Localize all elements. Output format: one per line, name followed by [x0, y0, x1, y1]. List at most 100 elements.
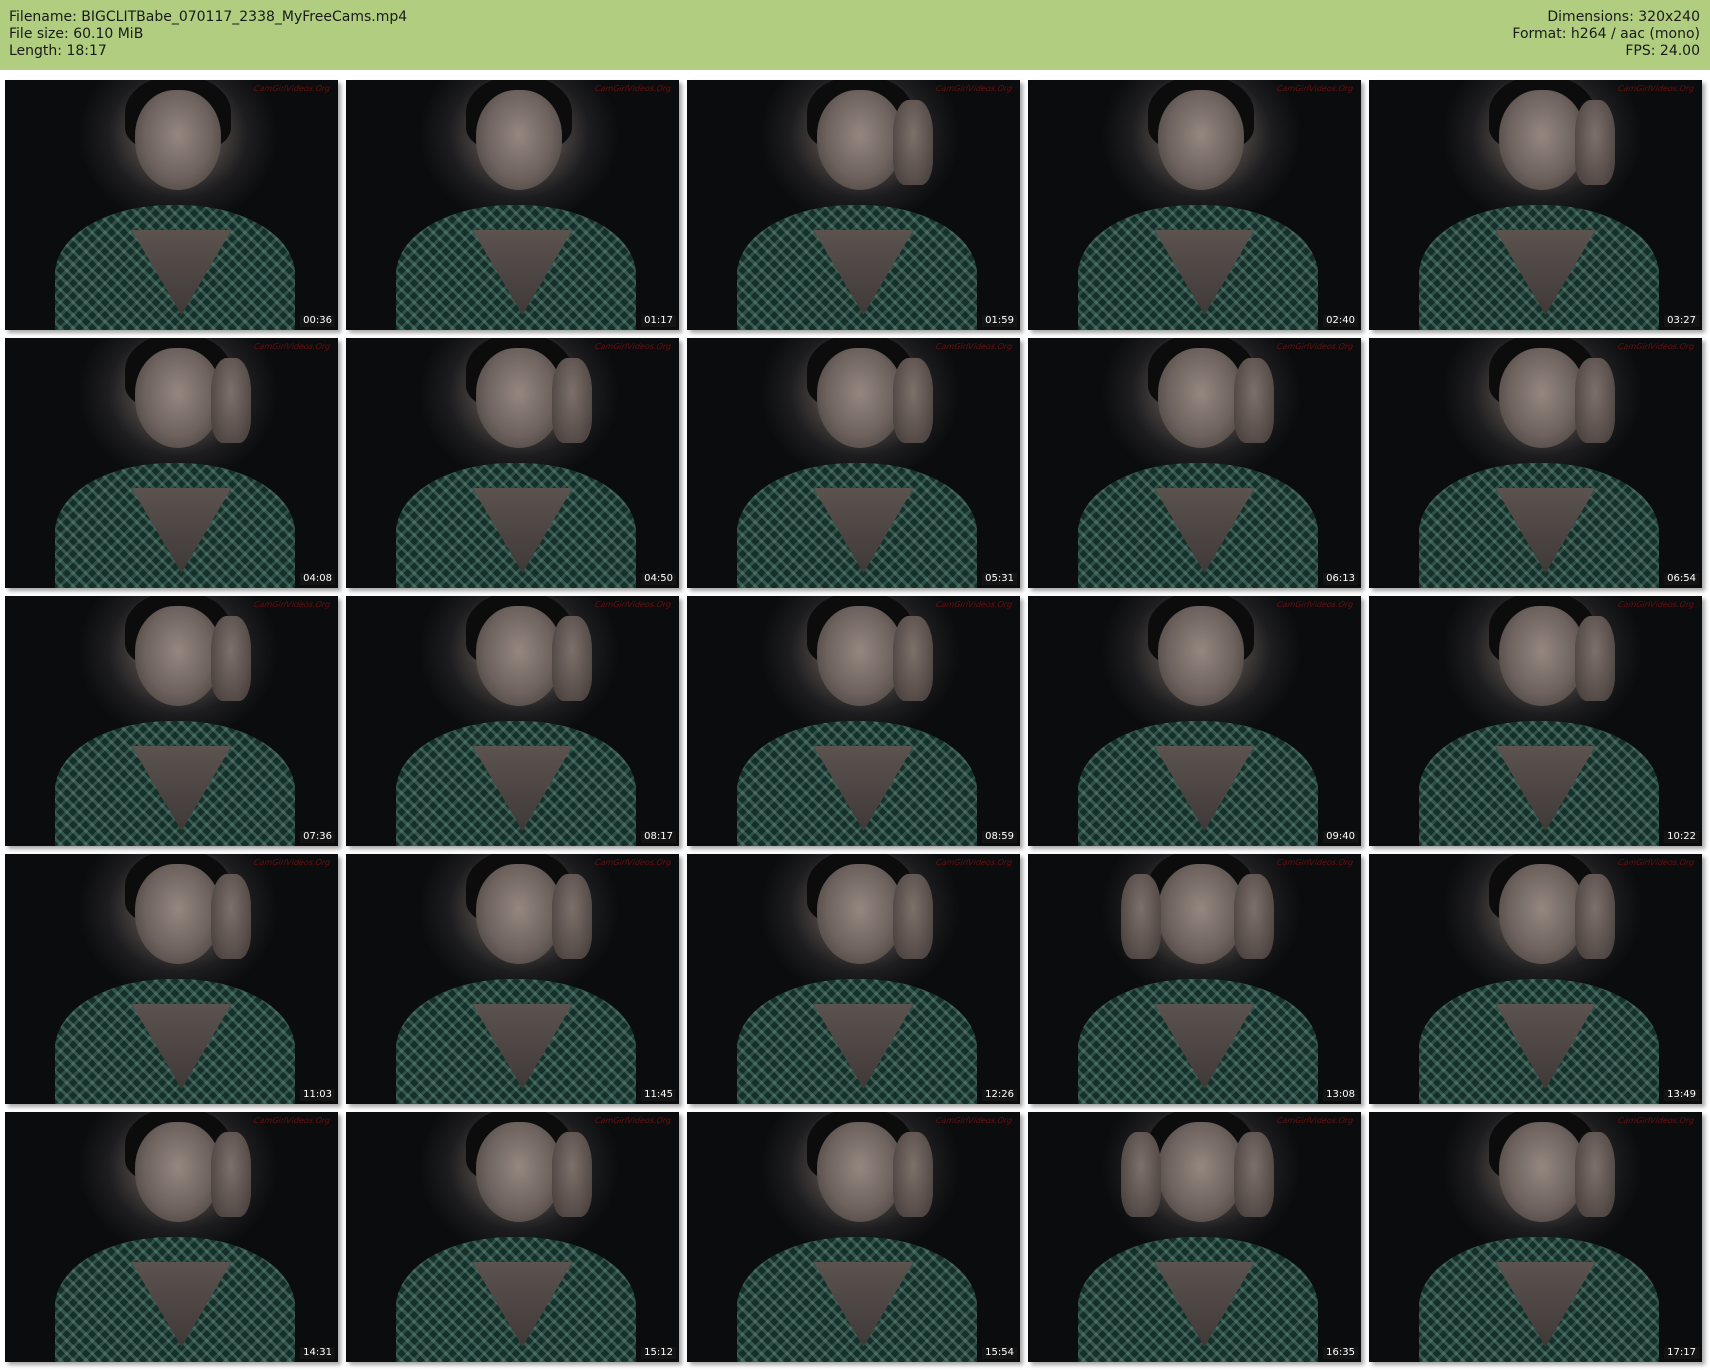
- dimensions-text: Dimensions: 320x240: [1547, 9, 1700, 25]
- video-frame-thumbnail: CamGirlVideos.Org 04:50: [346, 338, 679, 588]
- frame-figure-hand: [893, 100, 934, 185]
- frame-image: [687, 854, 1020, 1104]
- frame-image: [346, 80, 679, 330]
- frame-figure-hand: [893, 616, 934, 701]
- frame-figure-hand: [1234, 358, 1275, 443]
- watermark-text: CamGirlVideos.Org: [594, 84, 672, 93]
- frame-figure-hand: [211, 874, 252, 959]
- video-frame-thumbnail: CamGirlVideos.Org 13:08: [1028, 854, 1361, 1104]
- frame-timestamp: 13:08: [1323, 1089, 1358, 1101]
- watermark-text: CamGirlVideos.Org: [594, 342, 672, 351]
- video-frame-thumbnail: CamGirlVideos.Org 14:31: [5, 1112, 338, 1362]
- frame-image: [687, 1112, 1020, 1362]
- frame-image: [5, 338, 338, 588]
- frame-image: [5, 854, 338, 1104]
- frame-image: [346, 854, 679, 1104]
- frame-figure-head: [1157, 90, 1245, 190]
- frame-timestamp: 03:27: [1664, 315, 1699, 327]
- watermark-text: CamGirlVideos.Org: [935, 84, 1013, 93]
- frame-figure-hand: [552, 874, 593, 959]
- frame-figure-hand: [893, 358, 934, 443]
- frame-image: [5, 596, 338, 846]
- watermark-text: CamGirlVideos.Org: [1617, 858, 1695, 867]
- frame-figure-head: [134, 90, 222, 190]
- video-frame-thumbnail: CamGirlVideos.Org 01:17: [346, 80, 679, 330]
- watermark-text: CamGirlVideos.Org: [1617, 342, 1695, 351]
- video-frame-thumbnail: CamGirlVideos.Org 08:17: [346, 596, 679, 846]
- frame-image: [1369, 80, 1702, 330]
- frame-timestamp: 12:26: [982, 1089, 1017, 1101]
- frame-timestamp: 00:36: [300, 315, 335, 327]
- info-header: Filename: BIGCLITBabe_070117_2338_MyFree…: [0, 0, 1710, 70]
- video-frame-thumbnail: CamGirlVideos.Org 15:54: [687, 1112, 1020, 1362]
- frame-timestamp: 08:17: [641, 831, 676, 843]
- video-frame-thumbnail: CamGirlVideos.Org 15:12: [346, 1112, 679, 1362]
- frame-figure-head: [1498, 1122, 1586, 1222]
- frame-timestamp: 07:36: [300, 831, 335, 843]
- frame-image: [687, 80, 1020, 330]
- frame-figure-head: [1157, 864, 1245, 964]
- frame-timestamp: 16:35: [1323, 1347, 1358, 1359]
- watermark-text: CamGirlVideos.Org: [253, 84, 331, 93]
- watermark-text: CamGirlVideos.Org: [594, 1116, 672, 1125]
- watermark-text: CamGirlVideos.Org: [1617, 600, 1695, 609]
- frame-figure-head: [816, 606, 904, 706]
- watermark-text: CamGirlVideos.Org: [1617, 1116, 1695, 1125]
- frame-figure-hand: [211, 616, 252, 701]
- frame-image: [687, 338, 1020, 588]
- file-info-right: Dimensions: 320x240 Format: h264 / aac (…: [1512, 9, 1700, 60]
- watermark-text: CamGirlVideos.Org: [935, 600, 1013, 609]
- frame-timestamp: 04:50: [641, 573, 676, 585]
- watermark-text: CamGirlVideos.Org: [935, 858, 1013, 867]
- frame-figure-head: [475, 348, 563, 448]
- video-frame-thumbnail: CamGirlVideos.Org 04:08: [5, 338, 338, 588]
- frame-timestamp: 09:40: [1323, 831, 1358, 843]
- frame-timestamp: 10:22: [1664, 831, 1699, 843]
- frame-figure-head: [1157, 348, 1245, 448]
- frame-figure-head: [134, 864, 222, 964]
- frame-figure-head: [134, 348, 222, 448]
- frame-figure-head: [1498, 606, 1586, 706]
- frame-figure-hand: [552, 358, 593, 443]
- video-frame-thumbnail: CamGirlVideos.Org 02:40: [1028, 80, 1361, 330]
- watermark-text: CamGirlVideos.Org: [1276, 1116, 1354, 1125]
- frame-figure-head: [475, 1122, 563, 1222]
- fps-text: FPS: 24.00: [1625, 43, 1700, 59]
- frame-timestamp: 08:59: [982, 831, 1017, 843]
- frame-timestamp: 06:54: [1664, 573, 1699, 585]
- frame-timestamp: 13:49: [1664, 1089, 1699, 1101]
- watermark-text: CamGirlVideos.Org: [253, 858, 331, 867]
- frame-image: [1369, 854, 1702, 1104]
- frame-timestamp: 11:45: [641, 1089, 676, 1101]
- frame-timestamp: 05:31: [982, 573, 1017, 585]
- watermark-text: CamGirlVideos.Org: [1276, 342, 1354, 351]
- frame-timestamp: 15:54: [982, 1347, 1017, 1359]
- file-info-left: Filename: BIGCLITBabe_070117_2338_MyFree…: [9, 9, 407, 60]
- video-frame-thumbnail: CamGirlVideos.Org 11:45: [346, 854, 679, 1104]
- frame-timestamp: 11:03: [300, 1089, 335, 1101]
- watermark-text: CamGirlVideos.Org: [253, 600, 331, 609]
- frame-image: [1028, 80, 1361, 330]
- frame-image: [1369, 1112, 1702, 1362]
- video-frame-thumbnail: CamGirlVideos.Org 00:36: [5, 80, 338, 330]
- filename-text: Filename: BIGCLITBabe_070117_2338_MyFree…: [9, 9, 408, 25]
- frame-timestamp: 01:59: [982, 315, 1017, 327]
- frame-figure-hand: [1575, 874, 1616, 959]
- filesize-text: File size: 60.10 MiB: [9, 26, 144, 42]
- frame-figure-hand: [1575, 358, 1616, 443]
- video-frame-thumbnail: CamGirlVideos.Org 09:40: [1028, 596, 1361, 846]
- frame-figure-hand: [552, 1132, 593, 1217]
- frame-figure-head: [1157, 606, 1245, 706]
- watermark-text: CamGirlVideos.Org: [1276, 858, 1354, 867]
- frame-figure-head: [475, 606, 563, 706]
- frame-image: [1028, 338, 1361, 588]
- frame-figure-hand: [1575, 616, 1616, 701]
- frame-timestamp: 04:08: [300, 573, 335, 585]
- frame-timestamp: 02:40: [1323, 315, 1358, 327]
- frame-timestamp: 01:17: [641, 315, 676, 327]
- frame-timestamp: 14:31: [300, 1347, 335, 1359]
- video-frame-thumbnail: CamGirlVideos.Org 13:49: [1369, 854, 1702, 1104]
- video-frame-thumbnail: CamGirlVideos.Org 08:59: [687, 596, 1020, 846]
- watermark-text: CamGirlVideos.Org: [1617, 84, 1695, 93]
- frame-figure-hand: [1121, 1132, 1162, 1217]
